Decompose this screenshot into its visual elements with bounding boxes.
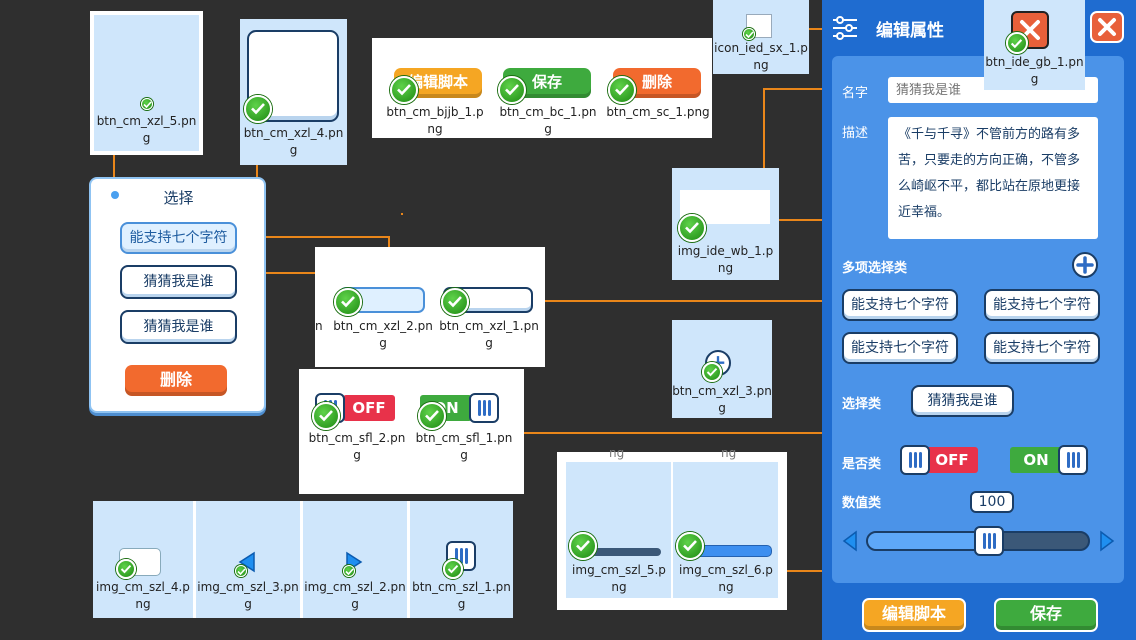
decrease-arrow-icon[interactable] [842,530,858,552]
popup-option-2[interactable]: 猜猜我是谁 [120,265,237,299]
asset-card-szl-bars[interactable]: ng ng img_cm_szl_5.png img_cm_szl_6.png [557,446,787,610]
value-bubble: 100 [970,491,1014,513]
sliders-icon[interactable] [832,16,858,40]
file-name: btn_cm_sc_1.png [606,105,710,119]
bool-label: 是否类 [842,457,882,472]
on-toggle-label: ON [1010,447,1062,473]
multi-option-3[interactable]: 能支持七个字符 [842,332,958,364]
asset-card-idegb1[interactable]: btn_ide_gb_1.png [984,0,1085,90]
file-name: btn_cm_bc_1.png [499,105,597,136]
wire [520,300,842,302]
toggle-knob [1058,445,1088,475]
popup-option-1[interactable]: 能支持七个字符 [120,222,237,254]
check-icon [244,95,272,123]
toggle-knob [900,445,930,475]
check-icon [702,362,722,382]
panel-edit-script-button[interactable]: 编辑脚本 [862,598,966,632]
panel-title: 编辑属性 [876,21,944,41]
close-button[interactable] [1090,11,1124,43]
multi-option-4[interactable]: 能支持七个字符 [984,332,1100,364]
check-icon [1006,32,1028,54]
check-icon [141,98,153,110]
check-icon [678,214,706,242]
number-slider-knob[interactable] [974,526,1005,556]
file-name: img_cm_szl_2.png [304,580,406,611]
check-icon [569,532,597,560]
name-label: 名字 [842,86,869,101]
file-name: img_cm_szl_4.png [96,580,190,611]
file-name: btn_cm_xzl_4.png [243,126,344,157]
file-name: btn_cm_szl_1.png [412,580,511,611]
multi-label: 多项选择类 [842,261,908,276]
check-icon [116,559,136,579]
fragment-text: n [315,319,323,333]
fragment-text: ng [609,446,625,460]
asset-card-xzl[interactable]: n btn_cm_xzl_2.png btn_cm_xzl_1.png [315,247,545,367]
file-name: btn_cm_sfl_2.png [308,431,406,462]
file-name: btn_cm_xzl_5.png [96,114,197,145]
multi-option-1[interactable]: 能支持七个字符 [842,289,958,321]
asset-card-sfl[interactable]: OFF btn_cm_sfl_2.png ON btn_cm_sfl_1.png [299,369,524,494]
file-name: btn_cm_xzl_2.png [333,319,433,350]
number-label: 数值类 [842,496,882,511]
switch-knob [469,393,499,423]
asset-card-xzl3[interactable]: + btn_cm_xzl_3.png [672,320,772,418]
asset-card-idewb1[interactable]: img_ide_wb_1.png [672,168,779,280]
property-panel: 编辑属性 名字 描述 《千与千寻》不管前方的路有多苦，只要走的方向正确，不管多么… [822,0,1136,640]
popup-option-3[interactable]: 猜猜我是谁 [120,310,237,344]
check-icon [443,559,463,579]
file-name: btn_cm_sfl_1.png [415,431,513,462]
popup-delete-button[interactable]: 删除 [125,365,227,396]
close-icon [1098,18,1116,36]
asset-card-xzl4[interactable]: btn_cm_xzl_4.png [240,19,347,165]
file-name: img_cm_szl_3.png [197,580,299,611]
popup-title: 选择 [163,189,194,207]
check-icon [235,565,247,577]
add-option-button[interactable] [1072,252,1098,278]
check-icon [608,76,636,104]
check-icon [743,28,755,40]
on-toggle[interactable]: ON [1010,445,1090,475]
choice-label: 选择类 [842,397,882,412]
check-icon [676,532,704,560]
increase-arrow-icon[interactable] [1099,530,1115,552]
file-name: btn_cm_bjjb_1.png [386,105,484,136]
choice-select[interactable]: 猜猜我是谁 [911,385,1014,417]
desc-label: 描述 [842,126,869,141]
file-name: img_ide_wb_1.png [677,244,774,275]
off-switch-image: OFF [343,395,395,421]
file-name: icon_ied_sx_1.png [714,41,808,72]
off-toggle[interactable]: OFF [900,445,980,475]
file-name: btn_cm_xzl_3.png [672,384,772,415]
dot-marker [401,213,403,215]
off-toggle-label: OFF [926,447,978,473]
check-icon [343,565,355,577]
asset-card-iedsx1[interactable]: icon_ied_sx_1.png [713,0,809,74]
plus-icon [1076,256,1094,274]
check-icon [390,76,418,104]
file-name: btn_cm_xzl_1.png [439,319,539,350]
file-name: img_cm_szl_6.png [679,563,773,594]
fragment-text: ng [721,446,737,460]
asset-card-szl-row[interactable]: img_cm_szl_4.png img_cm_szl_3.png img_cm… [93,501,513,618]
multi-option-2[interactable]: 能支持七个字符 [984,289,1100,321]
check-icon [334,288,362,316]
desc-textarea[interactable]: 《千与千寻》不管前方的路有多苦，只要走的方向正确，不管多么崎岖不平，都比站在原地… [888,117,1098,239]
file-name: btn_ide_gb_1.png [985,55,1084,86]
select-popup: 选择 能支持七个字符 猜猜我是谁 猜猜我是谁 删除 [89,177,266,413]
check-icon [312,402,340,430]
file-name: img_cm_szl_5.png [572,563,666,594]
asset-card-buttons[interactable]: 编辑脚本 btn_cm_bjjb_1.png 保存 btn_cm_bc_1.pn… [372,38,712,138]
number-slider-fill [868,533,989,549]
asset-card-xzl5[interactable]: btn_cm_xzl_5.png [90,11,203,155]
check-icon [418,402,446,430]
check-icon [441,288,469,316]
check-icon [498,76,526,104]
panel-save-button[interactable]: 保存 [994,598,1098,632]
